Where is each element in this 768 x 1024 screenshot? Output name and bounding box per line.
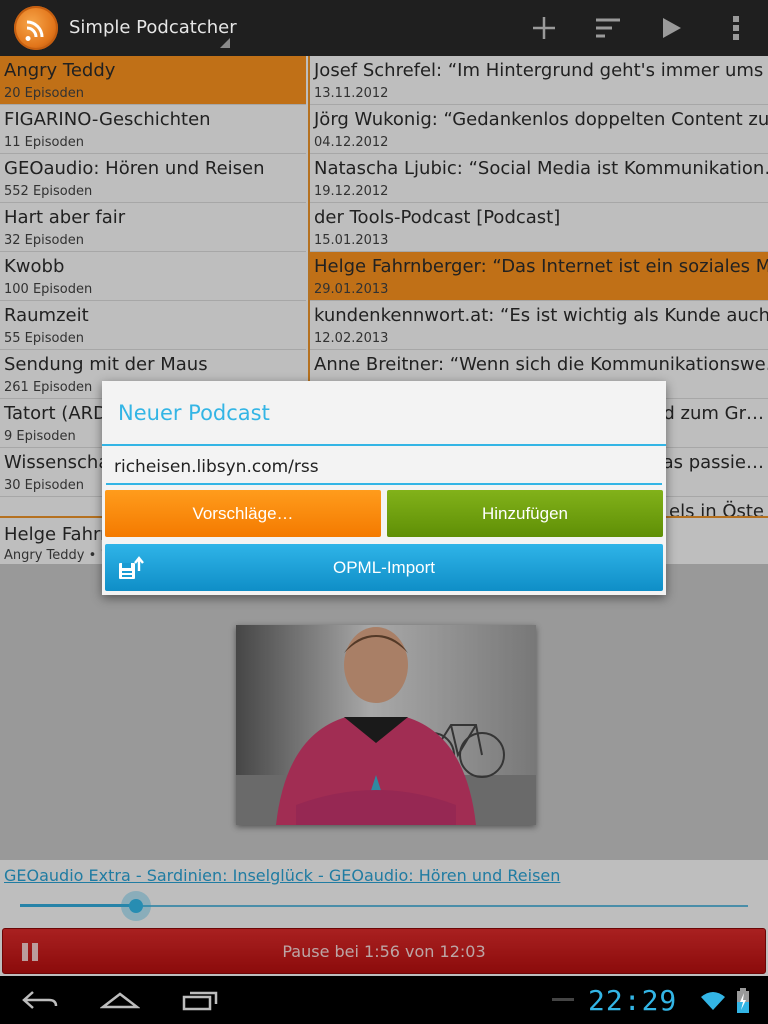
podcast-logo-icon[interactable] — [14, 6, 58, 50]
feed-url-input[interactable] — [106, 451, 662, 485]
wifi-icon — [701, 992, 725, 1010]
back-icon — [22, 991, 58, 1009]
notification-dash-icon — [552, 998, 574, 1001]
dialog-title: Neuer Podcast — [118, 401, 270, 425]
back-button[interactable] — [8, 976, 72, 1024]
overflow-menu-icon — [733, 16, 739, 40]
opml-import-label: OPML-Import — [332, 557, 436, 577]
home-button[interactable] — [88, 976, 152, 1024]
action-bar: Simple Podcatcher — [0, 0, 768, 56]
play-button[interactable] — [640, 0, 704, 56]
add-podcast-button[interactable] — [512, 0, 576, 56]
app-title[interactable]: Simple Podcatcher — [69, 17, 237, 38]
spinner-indicator — [220, 38, 230, 48]
overflow-menu-button[interactable] — [704, 0, 768, 56]
add-button[interactable]: Hinzufügen — [387, 490, 663, 537]
opml-import-button[interactable]: OPML-Import — [105, 544, 663, 591]
app-window: Simple Podcatcher Angry Teddy 20 Episoden… — [0, 0, 768, 1024]
sort-button[interactable] — [576, 0, 640, 56]
import-file-icon — [119, 556, 144, 579]
play-icon — [663, 18, 681, 38]
system-clock: 22:29 — [588, 984, 678, 1017]
sort-icon — [596, 18, 620, 38]
battery-charging-icon — [737, 988, 749, 1013]
system-navigation-bar: 22:29 — [0, 976, 768, 1024]
dialog-divider — [102, 444, 666, 446]
new-podcast-dialog: Neuer Podcast Vorschläge… Hinzufügen OPM… — [102, 381, 666, 595]
suggestions-button[interactable]: Vorschläge… — [105, 490, 381, 537]
home-icon — [100, 992, 140, 1009]
recent-apps-button[interactable] — [168, 976, 232, 1024]
add-icon — [533, 17, 555, 39]
recent-apps-icon — [182, 991, 218, 1011]
